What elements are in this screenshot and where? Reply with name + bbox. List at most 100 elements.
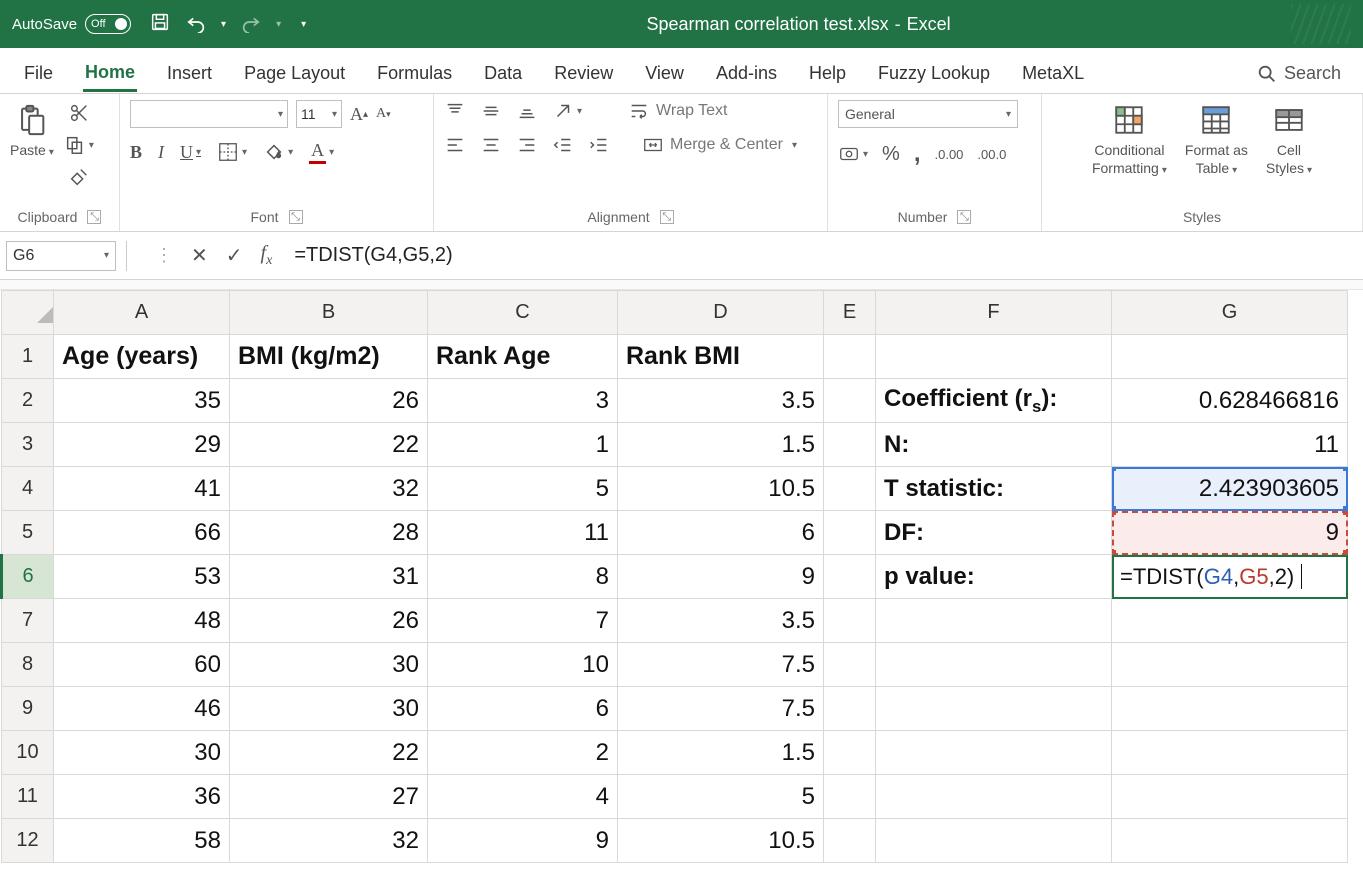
cell-A9[interactable]: 46 [54, 687, 230, 731]
column-header-A[interactable]: A [54, 291, 230, 335]
cell-E11[interactable] [824, 775, 876, 819]
cell-F11[interactable] [876, 775, 1112, 819]
cell-B3[interactable]: 22 [230, 423, 428, 467]
formula-options-icon[interactable]: ⋮ [155, 245, 173, 266]
undo-dropdown-icon[interactable]: ▾ [221, 19, 226, 30]
font-color-button[interactable]: A [309, 140, 334, 164]
font-size-combo[interactable]: 11▾ [296, 100, 342, 128]
cell-D9[interactable]: 7.5 [618, 687, 824, 731]
row-header-11[interactable]: 11 [2, 775, 54, 819]
cell-G4[interactable]: 2.423903605 [1112, 467, 1348, 511]
cell-F4[interactable]: T statistic: [876, 467, 1112, 511]
cell-G1[interactable] [1112, 335, 1348, 379]
cell-E9[interactable] [824, 687, 876, 731]
tab-view[interactable]: View [643, 57, 686, 90]
conditional-formatting-button[interactable]: Conditional Formatting [1092, 100, 1167, 176]
cell-A10[interactable]: 30 [54, 731, 230, 775]
underline-button[interactable]: U [180, 142, 201, 163]
italic-button[interactable]: I [158, 142, 164, 163]
cell-B1[interactable]: BMI (kg/m2) [230, 335, 428, 379]
cell-G5[interactable]: 9 [1112, 511, 1348, 555]
worksheet-grid[interactable]: ABCDEFG 1Age (years)BMI (kg/m2)Rank AgeR… [0, 290, 1363, 894]
column-header-C[interactable]: C [428, 291, 618, 335]
cell-G10[interactable] [1112, 731, 1348, 775]
orientation-button[interactable] [552, 100, 582, 122]
row-header-3[interactable]: 3 [2, 423, 54, 467]
cell-G12[interactable] [1112, 819, 1348, 863]
cell-D6[interactable]: 9 [618, 555, 824, 599]
cell-G7[interactable] [1112, 599, 1348, 643]
cell-F3[interactable]: N: [876, 423, 1112, 467]
row-header-8[interactable]: 8 [2, 643, 54, 687]
cell-C5[interactable]: 11 [428, 511, 618, 555]
cell-E1[interactable] [824, 335, 876, 379]
cell-E10[interactable] [824, 731, 876, 775]
cell-E8[interactable] [824, 643, 876, 687]
cell-D1[interactable]: Rank BMI [618, 335, 824, 379]
cell-F1[interactable] [876, 335, 1112, 379]
clipboard-launcher[interactable]: ⤡ [87, 210, 101, 224]
column-header-F[interactable]: F [876, 291, 1112, 335]
cell-B9[interactable]: 30 [230, 687, 428, 731]
cell-B8[interactable]: 30 [230, 643, 428, 687]
cell-C2[interactable]: 3 [428, 379, 618, 423]
row-header-2[interactable]: 2 [2, 379, 54, 423]
cell-D2[interactable]: 3.5 [618, 379, 824, 423]
cell-E3[interactable] [824, 423, 876, 467]
cell-D3[interactable]: 1.5 [618, 423, 824, 467]
tab-insert[interactable]: Insert [165, 57, 214, 90]
tab-data[interactable]: Data [482, 57, 524, 90]
name-box[interactable]: G6 ▾ [6, 241, 116, 271]
row-header-10[interactable]: 10 [2, 731, 54, 775]
bold-button[interactable]: B [130, 142, 142, 163]
cell-G2[interactable]: 0.628466816 [1112, 379, 1348, 423]
tell-me-search[interactable]: Search [1256, 63, 1341, 85]
redo-icon[interactable] [240, 11, 262, 38]
tab-home[interactable]: Home [83, 56, 137, 92]
cell-B4[interactable]: 32 [230, 467, 428, 511]
wrap-text-button[interactable]: Wrap Text [628, 100, 727, 122]
cell-B12[interactable]: 32 [230, 819, 428, 863]
row-header-7[interactable]: 7 [2, 599, 54, 643]
align-bottom-button[interactable] [516, 100, 538, 122]
cell-D8[interactable]: 7.5 [618, 643, 824, 687]
column-header-B[interactable]: B [230, 291, 428, 335]
percent-button[interactable]: % [882, 143, 900, 166]
cell-C3[interactable]: 1 [428, 423, 618, 467]
cell-F10[interactable] [876, 731, 1112, 775]
cell-D5[interactable]: 6 [618, 511, 824, 555]
cancel-formula-button[interactable]: ✕ [191, 243, 208, 268]
align-middle-button[interactable] [480, 100, 502, 122]
cell-G6[interactable]: =TDIST(G4,G5,2) [1112, 555, 1348, 599]
cell-D12[interactable]: 10.5 [618, 819, 824, 863]
cell-F12[interactable] [876, 819, 1112, 863]
tab-fuzzy-lookup[interactable]: Fuzzy Lookup [876, 57, 992, 90]
undo-icon[interactable] [185, 11, 207, 38]
cell-A6[interactable]: 53 [54, 555, 230, 599]
merge-center-button[interactable]: Merge & Center [642, 134, 797, 156]
cell-D7[interactable]: 3.5 [618, 599, 824, 643]
alignment-launcher[interactable]: ⤡ [660, 210, 674, 224]
copy-button[interactable] [64, 134, 94, 156]
align-left-button[interactable] [444, 134, 466, 156]
number-launcher[interactable]: ⤡ [957, 210, 971, 224]
cell-F6[interactable]: p value: [876, 555, 1112, 599]
column-header-G[interactable]: G [1112, 291, 1348, 335]
row-header-1[interactable]: 1 [2, 335, 54, 379]
font-launcher[interactable]: ⤡ [289, 210, 303, 224]
tab-metaxl[interactable]: MetaXL [1020, 57, 1086, 90]
cell-B10[interactable]: 22 [230, 731, 428, 775]
cell-A8[interactable]: 60 [54, 643, 230, 687]
cell-B6[interactable]: 31 [230, 555, 428, 599]
formula-input[interactable] [290, 241, 1357, 271]
align-top-button[interactable] [444, 100, 466, 122]
increase-font-button[interactable]: A▴ [350, 104, 368, 125]
format-painter-button[interactable] [64, 166, 94, 188]
row-header-9[interactable]: 9 [2, 687, 54, 731]
enter-formula-button[interactable]: ✓ [226, 243, 243, 268]
cell-E2[interactable] [824, 379, 876, 423]
accounting-format-button[interactable] [838, 143, 868, 165]
qat-customize-icon[interactable]: ▾ [301, 19, 306, 30]
cell-A7[interactable]: 48 [54, 599, 230, 643]
row-header-5[interactable]: 5 [2, 511, 54, 555]
